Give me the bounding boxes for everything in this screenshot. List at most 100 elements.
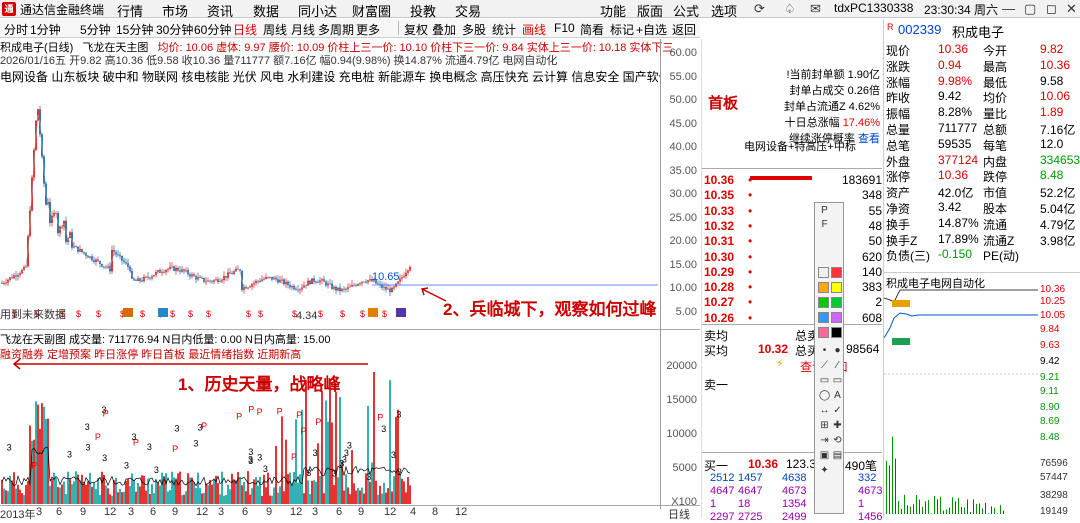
restore-icon[interactable]: ▢ — [1024, 1, 1036, 17]
x-tick: 3 — [36, 506, 42, 518]
period-weekly[interactable]: 周线 — [263, 21, 287, 38]
bid-row[interactable]: 10.33•55 — [704, 204, 882, 217]
action-add-watchlist[interactable]: +自选 — [636, 21, 667, 38]
period-daily[interactable]: 日线 — [233, 21, 257, 38]
dot-icon[interactable]: • — [819, 345, 830, 356]
action-biaoji[interactable]: 标记 — [610, 21, 634, 38]
volume-bar — [137, 483, 139, 504]
mini-tick: 57447 — [1040, 472, 1068, 483]
volume-bar — [395, 417, 397, 504]
seal-bar — [750, 176, 812, 180]
chat-icon[interactable]: ✉ — [810, 1, 821, 17]
menu-caifuquan[interactable]: 财富圈 — [352, 1, 391, 20]
color-swatch[interactable] — [818, 267, 829, 278]
candle — [245, 285, 247, 289]
queue-cell: 1456 — [858, 511, 882, 523]
font-icon[interactable]: F — [819, 219, 830, 230]
color-swatch[interactable] — [818, 282, 829, 293]
color-swatch[interactable] — [818, 312, 829, 323]
text-icon[interactable]: A — [832, 390, 843, 401]
action-f10[interactable]: F10 — [554, 21, 575, 35]
period-5min[interactable]: 5分钟 — [80, 21, 111, 38]
action-jiankan[interactable]: 简看 — [580, 21, 604, 38]
color-swatch[interactable] — [831, 327, 842, 338]
settings-icon[interactable]: ✦ — [819, 465, 830, 476]
period-1min[interactable]: 1分钟 — [30, 21, 61, 38]
x-tick: 9 — [358, 506, 364, 518]
line-icon[interactable]: ⟋ — [819, 360, 830, 371]
action-diejia[interactable]: 叠加 — [432, 21, 456, 38]
menu-jiaoyi[interactable]: 交易 — [455, 1, 481, 20]
save-icon[interactable]: ▣ — [819, 450, 830, 461]
bid-row[interactable]: 10.30•620 — [704, 250, 882, 263]
stat-value-4[interactable]: 查看 — [858, 133, 880, 145]
color-swatch[interactable] — [831, 312, 842, 323]
period-15min[interactable]: 15分钟 — [116, 21, 153, 38]
mini-intraday-chart[interactable] — [884, 288, 1038, 516]
rect-icon[interactable]: ▭ — [819, 375, 830, 386]
menu-xuanxiang[interactable]: 选项 — [711, 1, 737, 20]
menu-gongneng[interactable]: 功能 — [600, 1, 626, 20]
bid-row[interactable]: 10.28•383 — [704, 280, 882, 293]
skin-icon[interactable]: ♤ — [784, 1, 796, 17]
volume-marker: 3 — [131, 432, 136, 442]
pane-divider[interactable] — [0, 329, 700, 330]
menu-zixun[interactable]: 资讯 — [207, 1, 233, 20]
color-swatch[interactable] — [831, 282, 842, 293]
undo-icon[interactable]: ⟲ — [832, 435, 843, 446]
rect-outline-icon[interactable]: ▭ — [832, 375, 843, 386]
action-fuquan[interactable]: 复权 — [404, 21, 428, 38]
maximize-icon[interactable]: ◻ — [1046, 1, 1057, 17]
bid-row[interactable]: 10.35•348 — [704, 188, 882, 201]
circle-fill-icon[interactable]: ● — [832, 345, 843, 356]
account-label[interactable]: tdxPC1330338 — [834, 1, 913, 15]
pen-icon[interactable]: P — [819, 205, 830, 216]
menu-toujiao[interactable]: 投教 — [410, 1, 436, 20]
volume-chart[interactable]: P33P33P33P33P33P33P33P33P33P33P33P33P33P… — [0, 372, 660, 504]
drawing-toolbox[interactable]: PF•●⟋⁄▭▭◯A↔✓⊞✚⇥⟲▣▤✦ — [814, 202, 844, 514]
buy-avg-value: 10.32 — [758, 342, 788, 356]
refresh-icon[interactable]: ⟳ — [754, 1, 765, 17]
color-swatch[interactable] — [818, 327, 829, 338]
menu-shichang[interactable]: 市场 — [162, 1, 188, 20]
menu-gongshi[interactable]: 公式 — [673, 1, 699, 20]
action-back[interactable]: 返回 — [672, 21, 696, 38]
minimize-icon[interactable]: — — [1002, 1, 1015, 16]
color-swatch[interactable] — [831, 267, 842, 278]
close-icon[interactable]: ✕ — [1066, 1, 1077, 17]
period-fenshi[interactable]: 分时 — [4, 21, 28, 38]
menu-tongxiaoda[interactable]: 同小达 — [298, 1, 337, 20]
bid-dot-icon: • — [748, 250, 752, 264]
print-icon[interactable]: ▤ — [832, 450, 843, 461]
bid-row[interactable]: 10.27•2 — [704, 295, 882, 308]
period-60min[interactable]: 60分钟 — [194, 21, 231, 38]
bid-row[interactable]: 10.29•140 — [704, 265, 882, 278]
bid-dot-icon: • — [748, 188, 752, 202]
action-duogu[interactable]: 多股 — [462, 21, 486, 38]
bid-row[interactable]: 10.26•608 — [704, 311, 882, 324]
period-more[interactable]: 更多 — [356, 21, 380, 38]
kline-chart[interactable]: $$$$$$$$$$$$$$$$$$ — [0, 80, 660, 320]
color-swatch[interactable] — [818, 297, 829, 308]
check-icon[interactable]: ✓ — [832, 405, 843, 416]
menu-shuju[interactable]: 数据 — [253, 1, 279, 20]
grid-icon[interactable]: ⊞ — [819, 420, 830, 431]
ellipse-icon[interactable]: ◯ — [819, 390, 830, 401]
ray-icon[interactable]: ⁄ — [832, 360, 843, 371]
period-multi[interactable]: 多周期 — [318, 21, 354, 38]
volume-bar — [321, 391, 323, 504]
action-huaxian[interactable]: 画线 — [522, 21, 546, 38]
bid-row[interactable]: 10.32•48 — [704, 219, 882, 232]
menu-banmian[interactable]: 版面 — [637, 1, 663, 20]
mini-volume-bar — [961, 507, 962, 514]
arrow-icon[interactable]: ↔ — [819, 405, 830, 416]
candle — [321, 278, 323, 284]
add-icon[interactable]: ✚ — [832, 420, 843, 431]
action-tongji[interactable]: 统计 — [492, 21, 516, 38]
color-swatch[interactable] — [831, 297, 842, 308]
bid-row[interactable]: 10.31•50 — [704, 234, 882, 247]
period-monthly[interactable]: 月线 — [291, 21, 315, 38]
period-30min[interactable]: 30分钟 — [156, 21, 193, 38]
segment-icon[interactable]: ⇥ — [819, 435, 830, 446]
menu-hangqing[interactable]: 行情 — [117, 1, 143, 20]
